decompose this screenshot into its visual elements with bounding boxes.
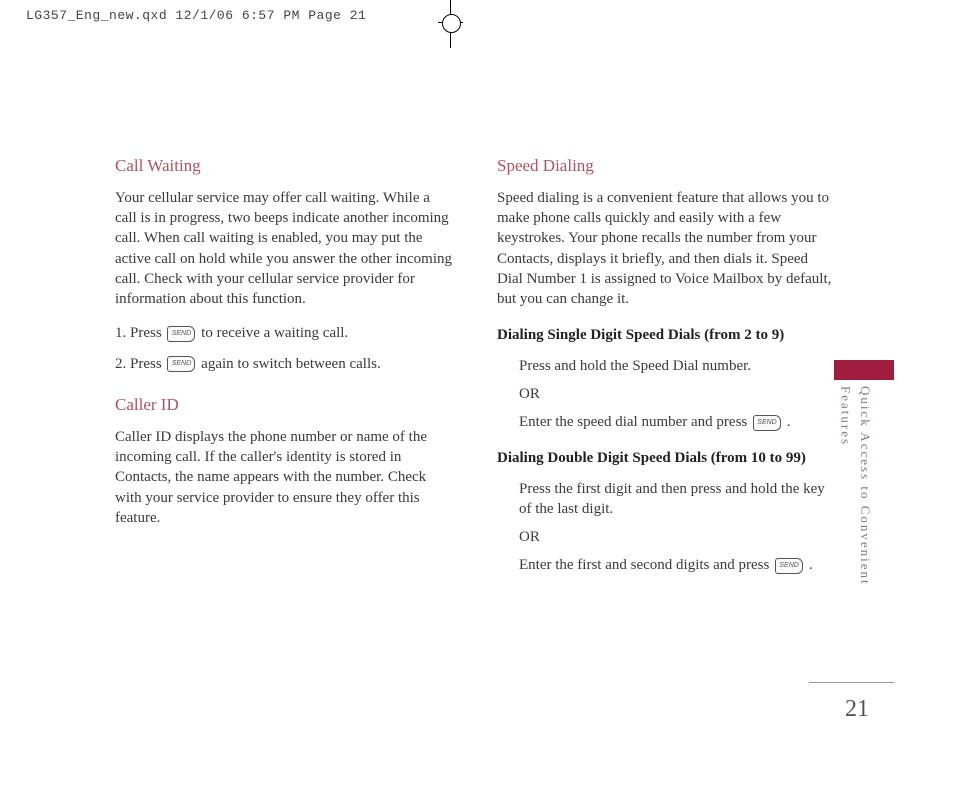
or-text: OR <box>519 384 837 404</box>
heading-speed-dialing: Speed Dialing <box>497 155 837 178</box>
block-single-digit: Press and hold the Speed Dial number. OR… <box>497 356 837 433</box>
send-key-icon: SEND <box>167 326 195 342</box>
line-double-1: Press the first digit and then press and… <box>519 479 837 520</box>
footer-rule <box>809 682 894 683</box>
or-text: OR <box>519 527 837 547</box>
side-section-label: Quick Access to Convenient Features <box>836 386 875 626</box>
send-key-icon: SEND <box>753 415 781 431</box>
send-key-icon: SEND <box>167 356 195 372</box>
line-single-2b: . <box>787 414 791 430</box>
block-double-digit: Press the first digit and then press and… <box>497 479 837 576</box>
line-single-2: Enter the speed dial number and press SE… <box>519 412 837 432</box>
side-tab: Quick Access to Convenient Features <box>814 360 894 626</box>
line-double-2a: Enter the first and second digits and pr… <box>519 557 773 573</box>
para-caller-id: Caller ID displays the phone number or n… <box>115 427 455 528</box>
heading-call-waiting: Call Waiting <box>115 155 455 178</box>
para-speed-dialing: Speed dialing is a convenient feature th… <box>497 188 837 310</box>
para-call-waiting: Your cellular service may offer call wai… <box>115 188 455 310</box>
subhead-single-digit: Dialing Single Digit Speed Dials (from 2… <box>497 325 837 345</box>
page-number: 21 <box>845 696 869 723</box>
step-2: 2. Press SEND again to switch between ca… <box>115 354 455 374</box>
left-column: Call Waiting Your cellular service may o… <box>115 155 455 590</box>
send-key-icon: SEND <box>775 558 803 574</box>
step-2-text-b: again to switch between calls. <box>201 356 381 372</box>
step-1: 1. Press SEND to receive a waiting call. <box>115 323 455 343</box>
crop-header: LG357_Eng_new.qxd 12/1/06 6:57 PM Page 2… <box>26 8 366 23</box>
step-1-text-a: 1. Press <box>115 325 165 341</box>
line-double-2b: . <box>809 557 813 573</box>
line-single-1: Press and hold the Speed Dial number. <box>519 356 837 376</box>
step-1-text-b: to receive a waiting call. <box>201 325 348 341</box>
accent-bar <box>834 360 894 380</box>
subhead-double-digit: Dialing Double Digit Speed Dials (from 1… <box>497 448 837 468</box>
right-column: Speed Dialing Speed dialing is a conveni… <box>497 155 837 590</box>
line-double-2: Enter the first and second digits and pr… <box>519 555 837 575</box>
line-single-2a: Enter the speed dial number and press <box>519 414 751 430</box>
page-body: Call Waiting Your cellular service may o… <box>115 155 894 753</box>
heading-caller-id: Caller ID <box>115 394 455 417</box>
step-2-text-a: 2. Press <box>115 356 165 372</box>
